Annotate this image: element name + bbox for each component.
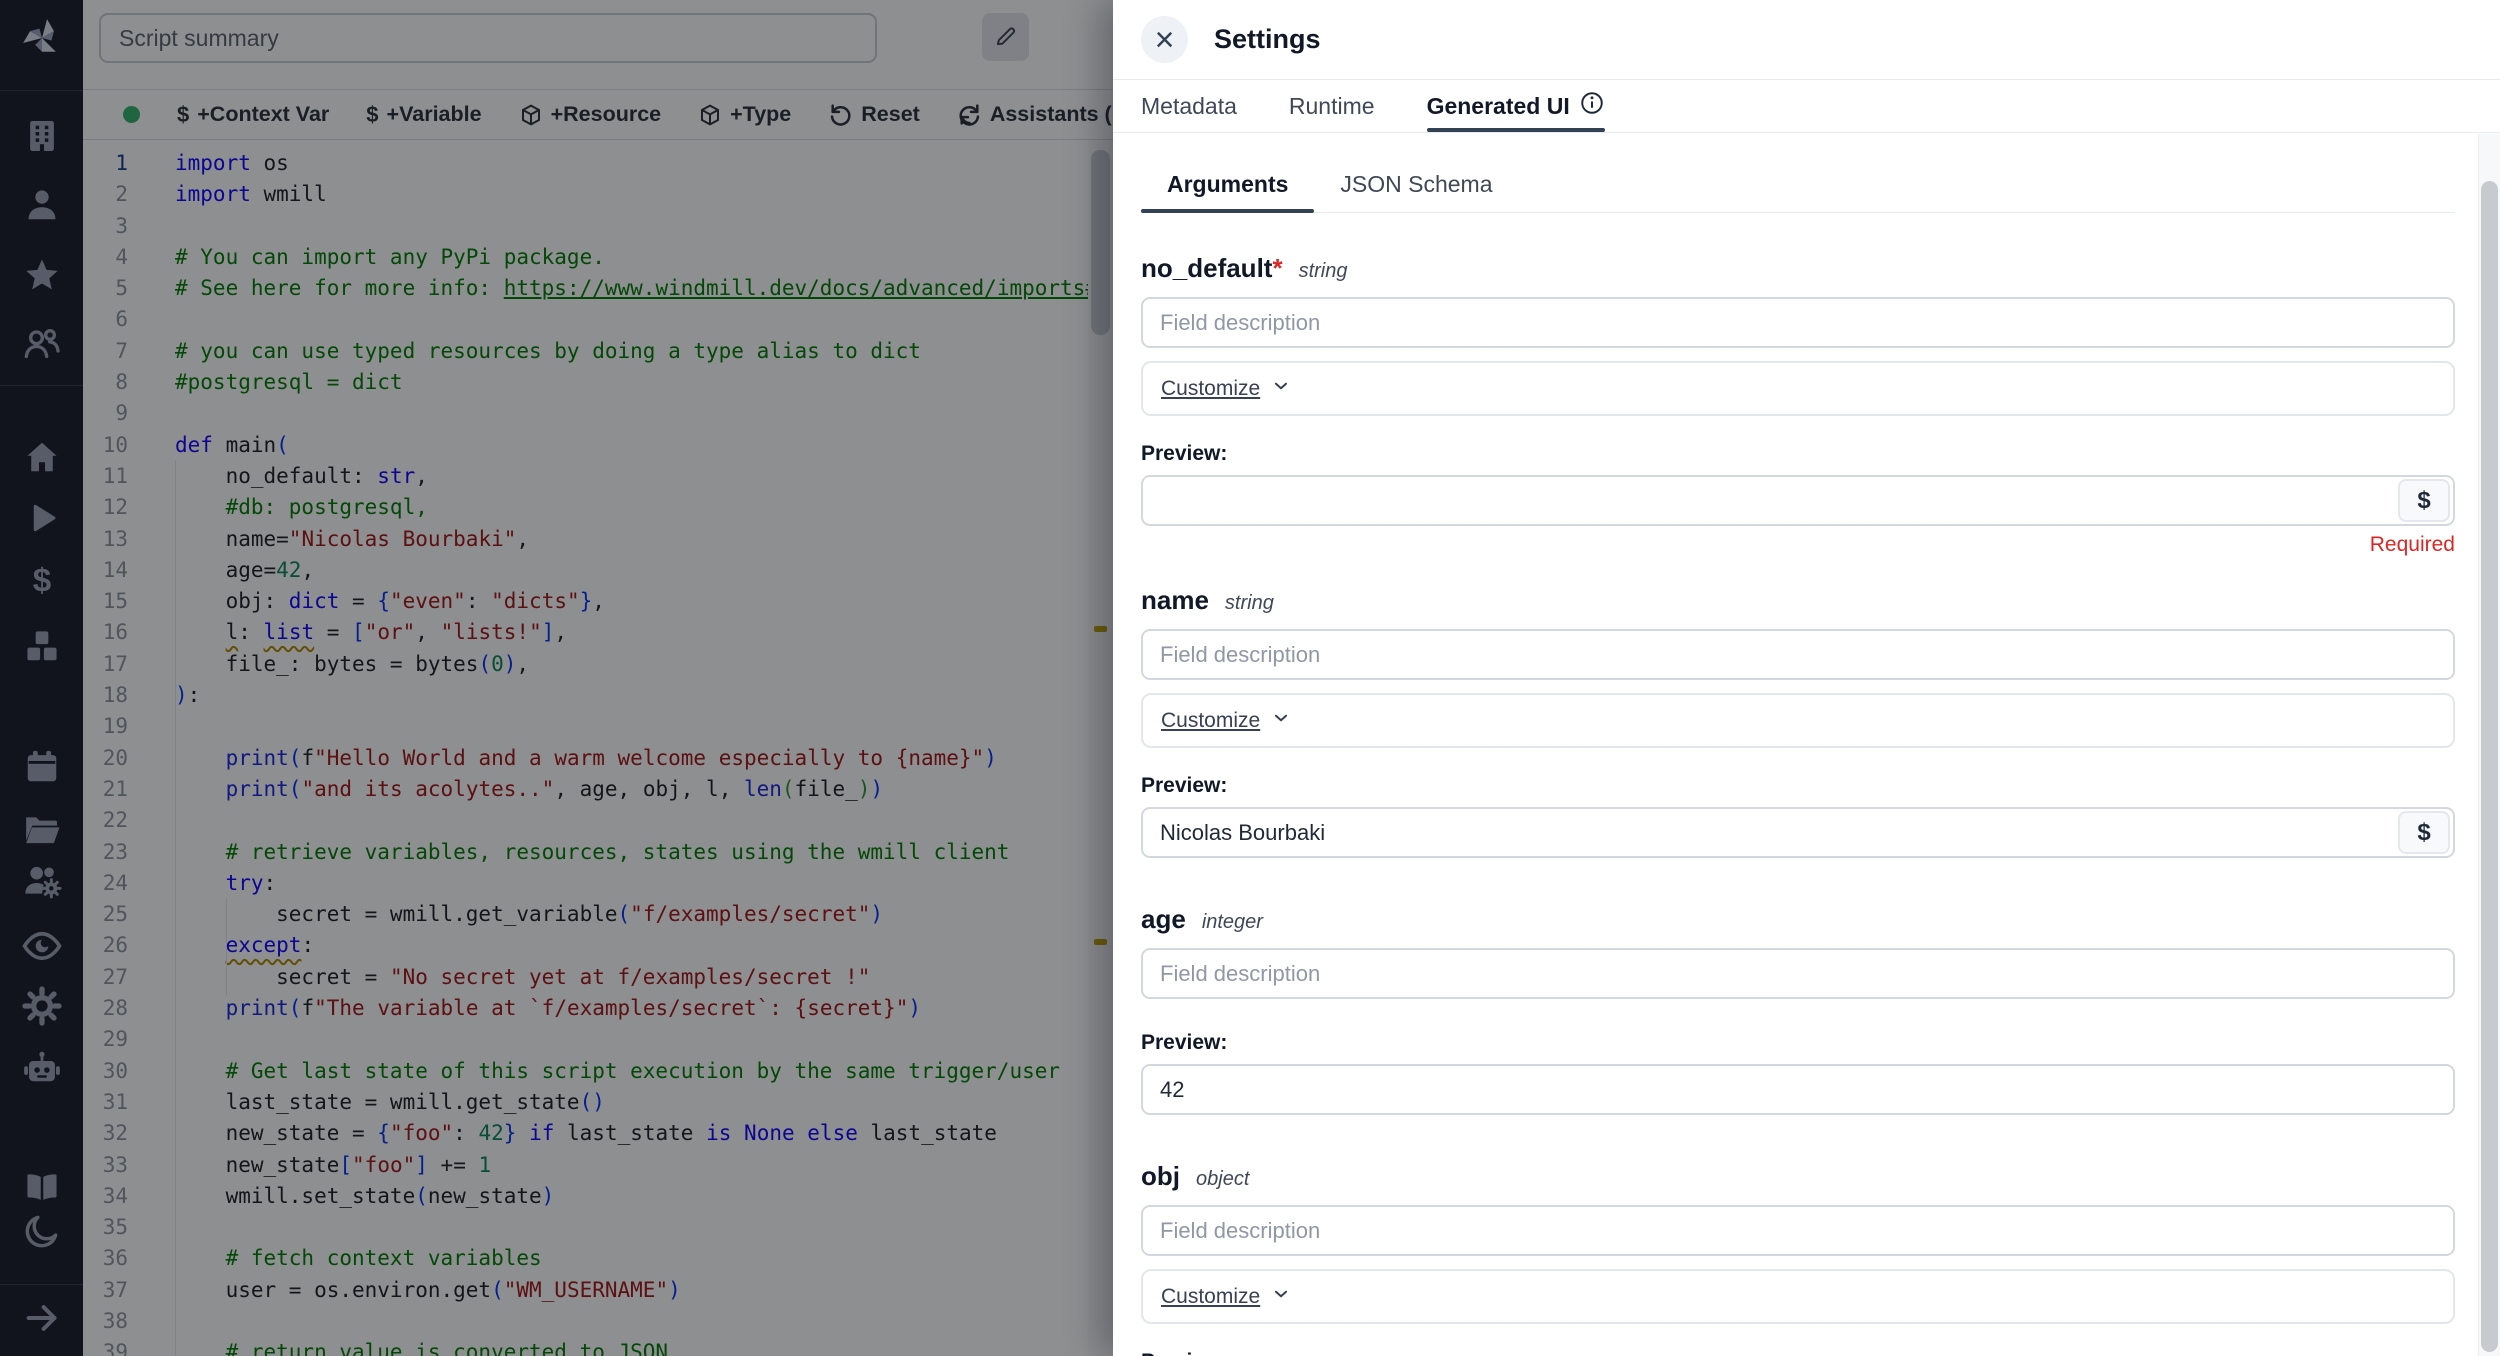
dollar-insert-button[interactable]: $ xyxy=(2398,811,2450,854)
required-note: Required xyxy=(1141,533,2455,557)
argument-name: obj xyxy=(1141,1161,1180,1192)
required-asterisk: * xyxy=(1272,253,1282,283)
tab-generated-ui[interactable]: Generated UI xyxy=(1427,80,1605,132)
settings-drawer: × Settings Metadata Runtime Generated UI… xyxy=(1113,0,2500,1356)
chevron-down-icon xyxy=(1270,1283,1292,1310)
drawer-scrollbar-thumb[interactable] xyxy=(2481,181,2498,1352)
tab-metadata[interactable]: Metadata xyxy=(1141,80,1237,132)
field-description-input[interactable] xyxy=(1141,1205,2455,1256)
customize-toggle[interactable]: Customize xyxy=(1141,693,2455,748)
drawer-scrollbar[interactable] xyxy=(2478,134,2500,1356)
subtab-json-schema[interactable]: JSON Schema xyxy=(1314,156,1518,212)
drawer-dim-overlay[interactable] xyxy=(0,0,1113,1356)
argument-age: age integer Preview: xyxy=(1141,904,2455,1115)
subtab-arguments[interactable]: Arguments xyxy=(1141,156,1314,212)
info-icon xyxy=(1579,90,1605,122)
preview-label: Preview: xyxy=(1141,1350,2455,1356)
preview-input[interactable] xyxy=(1141,1064,2455,1115)
chevron-down-icon xyxy=(1270,707,1292,734)
argument-name: age xyxy=(1141,904,1186,935)
schema-subtabs: Arguments JSON Schema xyxy=(1141,156,2455,213)
preview-label: Preview: xyxy=(1141,774,2455,798)
preview-label: Preview: xyxy=(1141,1031,2455,1055)
customize-toggle[interactable]: Customize xyxy=(1141,1269,2455,1324)
field-description-input[interactable] xyxy=(1141,297,2455,348)
field-description-input[interactable] xyxy=(1141,948,2455,999)
argument-type: integer xyxy=(1202,911,1263,934)
argument-name-field: name string Customize Preview: $ xyxy=(1141,585,2455,858)
chevron-down-icon xyxy=(1270,375,1292,402)
argument-type: string xyxy=(1225,592,1274,615)
argument-name: name xyxy=(1141,585,1209,616)
preview-input[interactable] xyxy=(1141,475,2455,526)
close-button[interactable]: × xyxy=(1141,16,1188,63)
field-description-input[interactable] xyxy=(1141,629,2455,680)
argument-type: object xyxy=(1196,1168,1249,1191)
argument-obj: obj object Customize Preview: 1{2 "even"… xyxy=(1141,1161,2455,1356)
customize-toggle[interactable]: Customize xyxy=(1141,361,2455,416)
drawer-title: Settings xyxy=(1214,24,1321,55)
preview-input[interactable] xyxy=(1141,807,2455,858)
dollar-insert-button[interactable]: $ xyxy=(2398,479,2450,522)
generated-ui-content: Arguments JSON Schema no_default* string… xyxy=(1113,156,2500,1356)
close-icon: × xyxy=(1155,23,1175,57)
argument-name: no_default* xyxy=(1141,253,1283,284)
drawer-header: × Settings xyxy=(1113,0,2500,80)
settings-tabs: Metadata Runtime Generated UI xyxy=(1113,80,2500,133)
tab-runtime[interactable]: Runtime xyxy=(1289,80,1375,132)
preview-label: Preview: xyxy=(1141,442,2455,466)
argument-type: string xyxy=(1299,260,1348,283)
argument-no-default: no_default* string Customize Preview: $ … xyxy=(1141,253,2455,557)
